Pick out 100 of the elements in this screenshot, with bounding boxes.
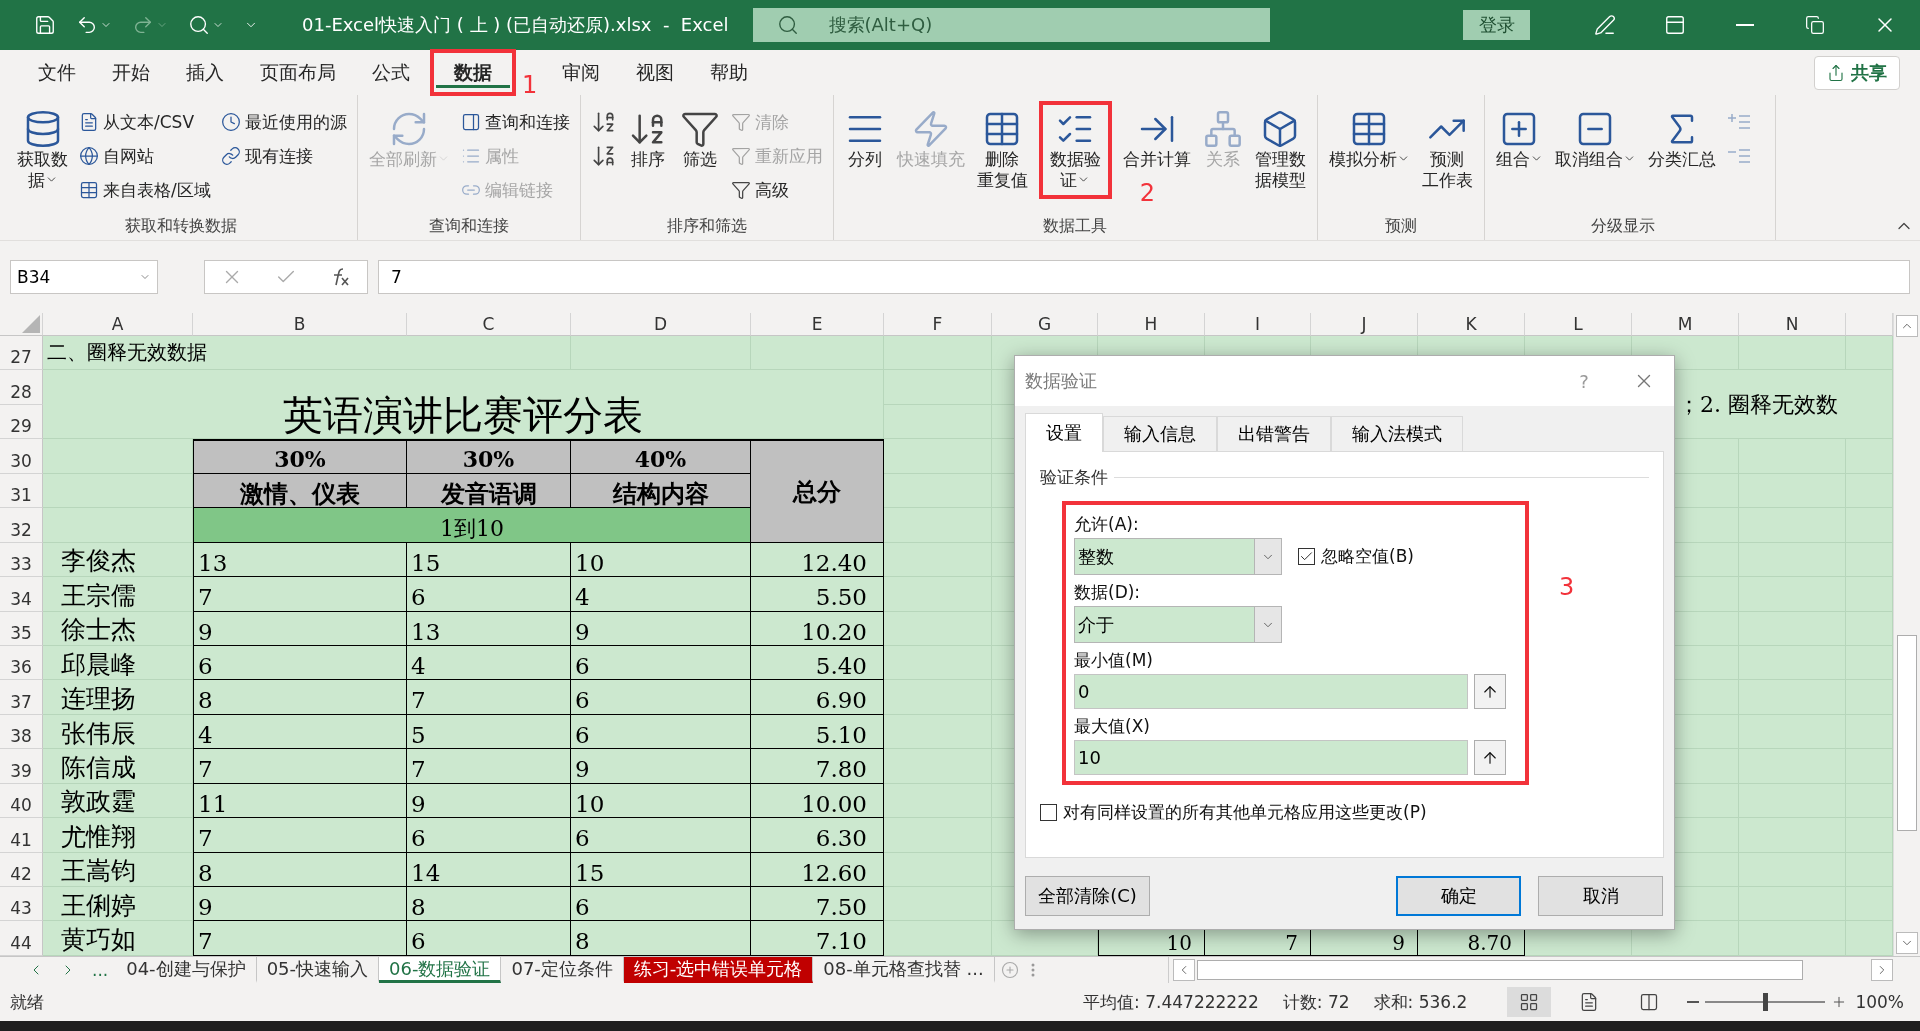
sheet-tab[interactable]: 练习-选中错误单元格 <box>623 957 814 983</box>
ribbon-button[interactable]: 删除 重复值 <box>971 105 1033 195</box>
scroll-up-button[interactable] <box>1896 315 1918 337</box>
ribbon-button[interactable]: 现有连接 <box>216 141 351 171</box>
normal-view-button[interactable] <box>1507 987 1552 1017</box>
range-select-button[interactable] <box>1474 740 1506 775</box>
ribbon-button[interactable]: 预测 工作表 <box>1416 105 1478 195</box>
maximum-field[interactable]: 10 <box>1074 740 1468 775</box>
sheet-tab[interactable]: 04-创建与保护 <box>116 957 257 983</box>
column-header[interactable]: C <box>407 313 571 336</box>
ribbon-button[interactable]: 组合 <box>1490 105 1548 174</box>
column-header[interactable]: H <box>1098 313 1205 336</box>
ribbon-button[interactable]: 查询和连接 <box>456 107 574 137</box>
apply-all-checkbox[interactable]: 对有同样设置的所有其他单元格应用这些更改(P) <box>1040 801 1427 824</box>
menu-tab[interactable]: 帮助 <box>692 57 766 88</box>
row-header[interactable]: 39 <box>0 749 43 784</box>
dialog-tab[interactable]: 设置 <box>1025 413 1103 452</box>
ribbon-button[interactable]: 分类汇总 <box>1642 105 1721 174</box>
menu-tab[interactable]: 开始 <box>94 57 168 88</box>
row-header[interactable]: 38 <box>0 714 43 750</box>
column-header[interactable]: B <box>193 313 407 336</box>
ribbon-button[interactable]: 来自表格/区域 <box>75 175 215 205</box>
ribbon-button[interactable]: 合并计算 <box>1117 105 1196 174</box>
ribbon-button[interactable]: 分列 <box>839 105 890 174</box>
column-header[interactable]: A <box>43 313 193 336</box>
ribbon-button[interactable]: 筛选 <box>674 105 725 174</box>
more-sheets-button[interactable]: ... <box>84 957 117 983</box>
row-header[interactable]: 31 <box>0 473 43 509</box>
row-header[interactable]: 30 <box>0 439 43 474</box>
allow-dropdown[interactable]: 整数 <box>1074 538 1282 575</box>
zoom-level[interactable]: 100% <box>1855 992 1904 1012</box>
row-header[interactable]: 33 <box>0 542 43 578</box>
column-header[interactable]: L <box>1525 313 1632 336</box>
data-dropdown[interactable]: 介于 <box>1074 606 1282 643</box>
column-header[interactable]: F <box>884 313 992 336</box>
menu-tab[interactable]: 文件 <box>20 57 94 88</box>
minimum-field[interactable]: 0 <box>1074 674 1468 709</box>
row-header[interactable]: 44 <box>0 921 43 956</box>
range-select-button[interactable] <box>1474 674 1506 709</box>
row-header[interactable]: 40 <box>0 783 43 819</box>
checkbox[interactable] <box>1040 804 1057 821</box>
ribbon-button[interactable]: 取消组合 <box>1549 105 1641 174</box>
row-header[interactable]: 41 <box>0 818 43 853</box>
ribbon-button[interactable]: 从文本/CSV <box>75 107 215 137</box>
dialog-tab[interactable]: 出错警告 <box>1217 416 1331 452</box>
row-header[interactable]: 27 <box>0 336 43 371</box>
column-header[interactable]: J <box>1311 313 1418 336</box>
scroll-down-button[interactable] <box>1896 932 1918 954</box>
menu-tab[interactable]: 视图 <box>618 57 692 88</box>
ribbon-button[interactable]: 数据验 证 <box>1044 105 1106 195</box>
menu-tab[interactable]: 审阅 <box>544 57 618 88</box>
sheet-tab[interactable]: 08-单元格查找替 ... <box>813 957 995 983</box>
scrollbar-thumb[interactable] <box>1897 635 1917 831</box>
formula-field[interactable]: 7 <box>378 260 1910 294</box>
row-header[interactable]: 34 <box>0 577 43 612</box>
share-button[interactable]: 共享 <box>1814 55 1900 90</box>
row-header[interactable]: 32 <box>0 508 43 543</box>
checkbox[interactable] <box>1298 548 1315 565</box>
dialog-tab[interactable]: 输入法模式 <box>1331 416 1463 452</box>
login-button[interactable]: 登录 <box>1463 10 1530 40</box>
column-header[interactable]: I <box>1205 313 1311 336</box>
ribbon-button[interactable]: 模拟分析 <box>1323 105 1415 174</box>
name-box[interactable]: B34 <box>10 260 158 294</box>
row-header[interactable]: 43 <box>0 887 43 922</box>
zoom-slider-thumb[interactable] <box>1763 993 1769 1011</box>
dialog-button[interactable]: 全部清除(C) <box>1025 876 1150 916</box>
ribbon-button[interactable]: 获取数 据 <box>12 105 73 195</box>
select-all-icon[interactable] <box>22 315 40 333</box>
row-header[interactable]: 35 <box>0 611 43 646</box>
column-header[interactable]: G <box>992 313 1098 336</box>
search-field[interactable]: 搜索(Alt+Q) <box>752 8 1270 42</box>
row-header[interactable]: 28 <box>0 370 43 405</box>
ribbon-button[interactable]: 高级 <box>726 175 827 205</box>
row-header[interactable]: 37 <box>0 680 43 715</box>
sheet-tab[interactable]: 06-数据验证 <box>379 957 502 983</box>
ignore-blank-checkbox[interactable]: 忽略空值(B) <box>1298 545 1414 568</box>
ribbon-button[interactable]: 排序 <box>622 105 673 174</box>
menu-tab[interactable]: 页面布局 <box>242 57 354 88</box>
menu-tab[interactable]: 公式 <box>354 57 428 88</box>
scroll-right-button[interactable] <box>1871 959 1893 981</box>
dialog-button[interactable]: 取消 <box>1538 876 1663 916</box>
column-header[interactable]: E <box>751 313 884 336</box>
sheet-tab[interactable]: 07-定位条件 <box>501 957 624 983</box>
column-header[interactable]: K <box>1418 313 1525 336</box>
column-header[interactable]: D <box>571 313 751 336</box>
row-header[interactable]: 36 <box>0 645 43 681</box>
ribbon-button[interactable]: 管理数 据模型 <box>1249 105 1311 195</box>
scrollbar-thumb[interactable] <box>1197 960 1803 980</box>
column-header[interactable] <box>1846 313 1893 336</box>
scroll-left-button[interactable] <box>1173 959 1195 981</box>
column-header[interactable]: M <box>1632 313 1739 336</box>
row-header[interactable]: 42 <box>0 852 43 887</box>
ribbon-button[interactable]: 自网站 <box>75 141 215 171</box>
column-header[interactable]: N <box>1739 313 1846 336</box>
row-header[interactable]: 29 <box>0 404 43 440</box>
menu-tab[interactable]: 插入 <box>168 57 242 88</box>
ribbon-button[interactable]: 最近使用的源 <box>216 107 351 137</box>
dialog-button[interactable]: 确定 <box>1396 876 1521 916</box>
menu-tab[interactable]: 数据 <box>436 57 510 88</box>
dialog-tab[interactable]: 输入信息 <box>1103 416 1217 452</box>
